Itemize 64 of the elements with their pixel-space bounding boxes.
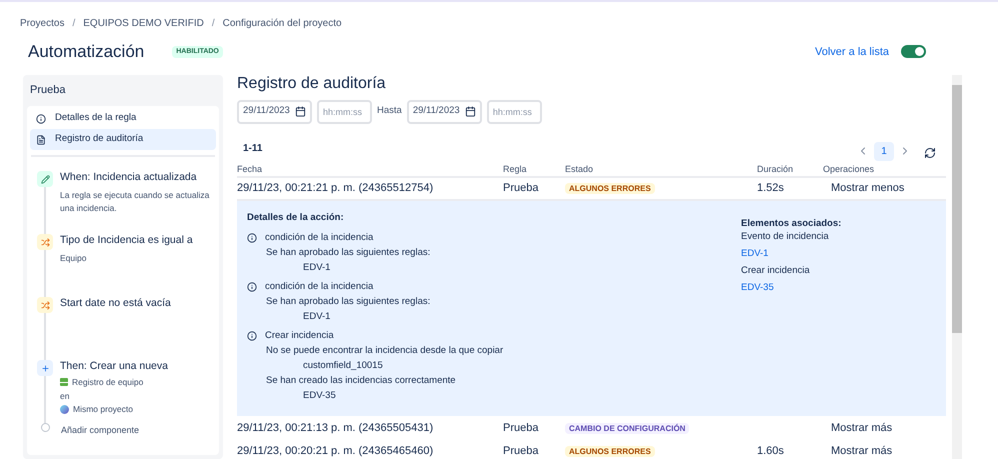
toggle-details-link[interactable]: Mostrar menos [831, 180, 904, 197]
issue-link[interactable]: EDV-1 [741, 248, 936, 260]
time-field[interactable]: hh:mm:ss [317, 100, 372, 124]
entry-text: No se puede encontrar la incidencia desde la que copiar [266, 344, 504, 358]
entry-value: EDV-1 [302, 310, 332, 324]
entry-text: Se han aprobado las siguientes reglas: [266, 295, 432, 310]
column-header: Regla [503, 162, 528, 176]
column-header: Duración [757, 162, 794, 176]
table-cell-text: 29/11/23, 00:21:13 p. m. (24365505431) [237, 420, 434, 436]
table-cell-text: 29/11/23, 00:21:21 p. m. (24365512754) [237, 181, 434, 196]
step-description: Equipo [60, 252, 88, 265]
date-field[interactable]: 29/11/2023 [237, 100, 312, 124]
result-range: 1-11 [242, 142, 262, 156]
table-cell: 1.52s [757, 182, 784, 194]
until-label: Hasta [377, 104, 402, 118]
time-field[interactable]: hh:mm:ss [486, 100, 542, 124]
toggle-details-link[interactable]: Mostrar más [831, 420, 892, 436]
back-link[interactable]: Volver a la lista [815, 44, 889, 60]
step-title[interactable]: Start date no está vacía [60, 296, 171, 312]
entry-title: condición de la incidencia [265, 231, 374, 246]
step-detail: en [60, 390, 70, 402]
table-cell-text: Prueba [503, 420, 540, 436]
breadcrumb-link[interactable]: Proyectos [20, 16, 64, 31]
step-title[interactable]: Then: Crear una nueva [60, 359, 168, 375]
breadcrumb-link[interactable]: EQUIPOS DEMO VERIFID [83, 16, 204, 31]
sidebar-item[interactable]: Detalles de la regla [30, 108, 216, 129]
table-cell-text: Prueba [503, 444, 540, 458]
issue-link[interactable]: EDV-35 [741, 282, 936, 294]
step-description: La regla se ejecuta cuando se actualiza una incidencia. [60, 188, 210, 215]
entry-text: Se han creado las incidencias correctamente [266, 374, 457, 388]
status-badge: ALGUNOS ERRORES [565, 183, 655, 194]
breadcrumb-separator: / [212, 17, 215, 31]
step-detail: Registro de equipo [72, 376, 144, 388]
table-cell: 1.60s [757, 444, 784, 456]
step-title[interactable]: Tipo de Incidencia es igual a [60, 233, 225, 249]
step-title[interactable]: Añadir componente [61, 422, 140, 438]
entry-value: customfield_10015 [302, 359, 384, 374]
status-badge: CAMBIO DE CONFIGURACIÓN [565, 422, 690, 434]
breadcrumb-link[interactable]: Configuración del proyecto [222, 16, 342, 31]
date-field[interactable]: 29/11/2023 [406, 100, 482, 124]
status-badge: ALGUNOS ERRORES [565, 446, 655, 456]
column-header: Fecha [237, 162, 264, 176]
entry-value: EDV-1 [302, 261, 332, 276]
sidebar-item[interactable]: Registro de auditoría [30, 129, 216, 150]
column-header: Estado [565, 162, 594, 176]
page-title: Automatización [28, 41, 144, 63]
step-detail: Mismo proyecto [73, 403, 133, 416]
sidebar-title: Prueba [29, 82, 66, 98]
step-title[interactable]: When: Incidencia actualizada [60, 170, 225, 186]
details-title: Detalles de la acción: [247, 211, 345, 225]
breadcrumb-separator: / [72, 17, 76, 31]
page-button[interactable]: 1 [874, 142, 894, 160]
table-cell-text: 29/11/23, 00:20:21 p. m. (24365465460) [237, 444, 434, 458]
table-cell-text: Prueba [503, 181, 540, 196]
associated-label: Crear incidencia [741, 265, 811, 278]
entry-title: Crear incidencia [265, 329, 334, 344]
column-header: Operaciones [823, 162, 876, 176]
associated-label: Evento de incidencia [741, 231, 830, 244]
entry-value: EDV-35 [302, 389, 337, 404]
section-title: Registro de auditoría [237, 76, 387, 92]
entry-text: Se han aprobado las siguientes reglas: [266, 246, 432, 260]
toggle-details-link[interactable]: Mostrar más [831, 442, 892, 459]
associated-title: Elementos asociados: [741, 217, 842, 231]
entry-title: condición de la incidencia [265, 280, 374, 294]
